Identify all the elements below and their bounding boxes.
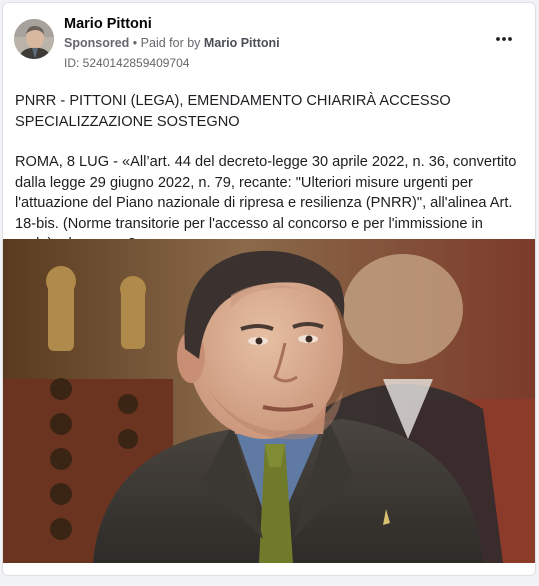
sponsored-line: Sponsored • Paid for by Mario Pittoni — [64, 36, 280, 50]
more-options-button[interactable] — [493, 31, 515, 47]
post-headline: PNRR - PITTONI (LEGA), EMENDAMENTO CHIAR… — [15, 93, 451, 130]
author-avatar[interactable] — [14, 19, 54, 59]
more-horizontal-icon — [496, 37, 512, 41]
ad-id: ID: 5240142859409704 — [64, 56, 190, 70]
post-text: PNRR - PITTONI (LEGA), EMENDAMENTO CHIAR… — [15, 91, 527, 255]
paid-for-by-name[interactable]: Mario Pittoni — [204, 36, 280, 50]
post-header: Mario Pittoni Sponsored • Paid for by Ma… — [3, 3, 535, 83]
ad-post-card: Mario Pittoni Sponsored • Paid for by Ma… — [2, 2, 536, 576]
meta-separator: • — [132, 36, 138, 50]
author-name[interactable]: Mario Pittoni — [64, 16, 152, 32]
paid-for-by-label: Paid for by — [140, 36, 201, 50]
post-photo[interactable] — [3, 239, 535, 563]
sponsored-label: Sponsored — [64, 36, 130, 50]
